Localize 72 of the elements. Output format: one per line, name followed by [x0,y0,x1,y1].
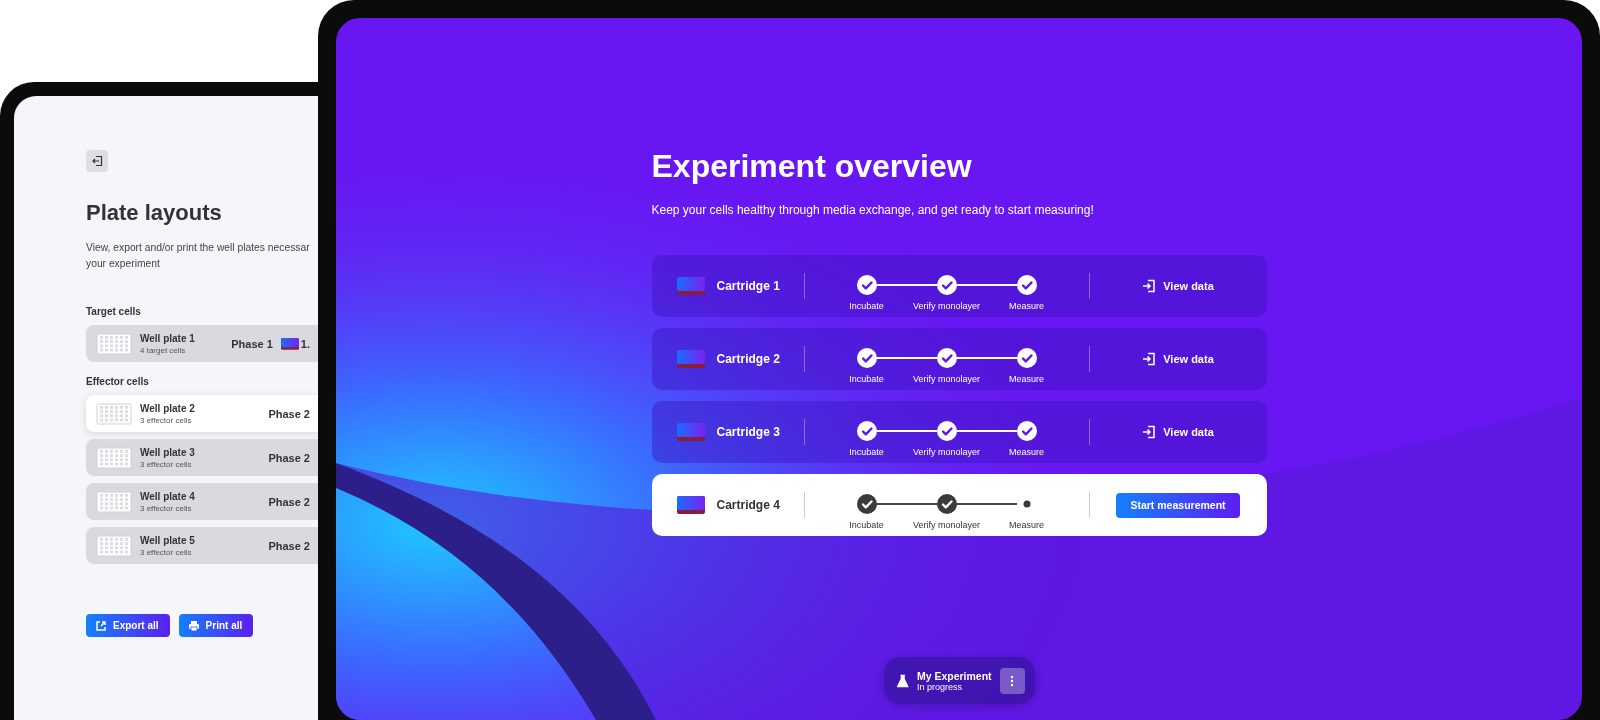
sign-in-icon [1142,425,1157,439]
phase-label: Phase 1 [231,337,273,350]
phase-label: Phase 2 [268,407,310,420]
well-plate-icon [96,332,132,355]
plate-name: Well plate 4 [140,490,196,502]
cartridge-icon [676,423,705,441]
well-plate-row[interactable]: Well plate 4 3 effector cells Phase 2 [86,483,318,520]
plate-detail: 4 target cells [140,345,187,355]
plate-detail: 3 effector cells [140,503,193,513]
view-data-link[interactable]: View data [1142,279,1214,293]
well-plate-row[interactable]: Well plate 2 3 effector cells Phase 2 [86,395,318,432]
phase-label: Phase 2 [268,539,310,552]
well-plate-row[interactable]: Well plate 1 4 target cells Phase 1 1. [86,325,318,362]
plate-detail: 3 effector cells [140,415,193,425]
cartridge-name: Cartridge 2 [716,352,780,366]
experiment-state: In progress [916,681,962,692]
well-plate-row[interactable]: Well plate 5 3 effector cells Phase 2 [86,527,318,564]
step-label: Measure [1009,301,1044,311]
view-data-link[interactable]: View data [1142,425,1214,439]
view-data-link[interactable]: View data [1142,352,1214,366]
plate-name: Well plate 1 [140,332,196,344]
more-icon [1010,674,1015,687]
exit-button[interactable] [86,150,108,172]
well-plate-icon [96,534,132,557]
exit-icon [91,155,103,167]
export-button[interactable]: Export all [86,614,170,637]
cartridge-number: 1. [300,337,310,350]
step-label: Verify monolayer [913,520,980,530]
phase-label: Phase 2 [268,451,310,464]
cartridge-name: Cartridge 1 [716,279,780,293]
cartridge-icon [676,496,705,514]
cartridge-icon [676,350,705,368]
page-title: Experiment overview [651,148,973,185]
step-label: Verify monolayer [913,374,980,384]
step-label: Measure [1009,374,1044,384]
step-label: Incubate [849,447,884,457]
plate-detail: 3 effector cells [140,459,193,469]
step-label: Verify monolayer [913,301,980,311]
description-line: your experiment [86,257,161,271]
step-label: Incubate [849,301,884,311]
more-button[interactable] [999,667,1025,694]
sign-in-icon [1142,352,1157,366]
plate-name: Well plate 5 [140,534,196,546]
cartridge-icon [280,337,299,350]
cartridge-name: Cartridge 3 [716,425,780,439]
flask-icon [895,673,909,688]
step-label: Measure [1009,520,1044,530]
plate-detail: 3 effector cells [140,547,193,557]
phase-label: Phase 2 [268,495,310,508]
start-measurement-button[interactable]: Start measurement [1116,492,1240,518]
page-title: Plate layouts [86,200,223,226]
page-subtitle: Keep your cells healthy through media exchange, and get ready to start measuring! [651,203,1095,217]
well-plate-row[interactable]: Well plate 3 3 effector cells Phase 2 [86,439,318,476]
well-plate-icon [96,402,132,425]
experiment-name: My Experiment [916,669,992,682]
printer-icon [187,619,200,632]
description-line: View, export and/or print the well plates necessar [86,241,311,255]
section-heading: Target cells [86,306,142,317]
section-heading: Effector cells [86,376,150,387]
cartridge-name: Cartridge 4 [716,498,780,512]
sign-in-icon [1142,279,1157,293]
step-label: Measure [1009,447,1044,457]
export-icon [95,619,107,632]
print-button[interactable]: Print all [178,614,254,637]
step-label: Incubate [849,520,884,530]
plate-name: Well plate 2 [140,402,196,414]
plate-name: Well plate 3 [140,446,196,458]
step-label: Incubate [849,374,884,384]
step-label: Verify monolayer [913,447,980,457]
cartridge-icon [676,277,705,295]
well-plate-icon [96,490,132,513]
well-plate-icon [96,446,132,469]
